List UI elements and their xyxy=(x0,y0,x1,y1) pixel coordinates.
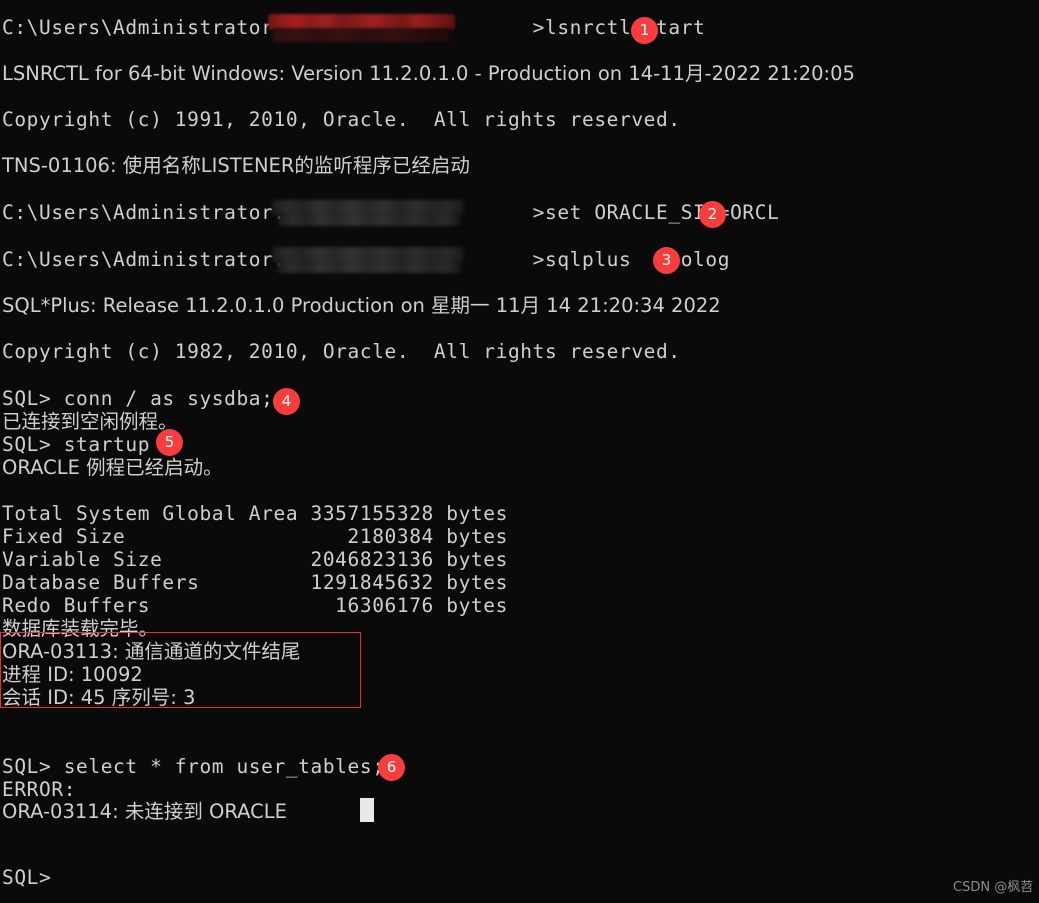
redaction-bar-hostname-3-lower xyxy=(277,260,461,273)
redaction-bar-hostname-1-lower xyxy=(272,28,452,42)
command-startup: SQL> startup xyxy=(2,433,151,456)
lsnrctl-version-line: LSNRCTL for 64-bit Windows: Version 11.2… xyxy=(2,62,855,85)
copyright-line-1: Copyright (c) 1991, 2010, Oracle. All ri… xyxy=(2,108,681,131)
sga-row-redo-buffers: Redo Buffers 16306176 bytes xyxy=(2,594,508,617)
sga-row-fixed-size: Fixed Size 2180384 bytes xyxy=(2,525,508,548)
copyright-line-2: Copyright (c) 1982, 2010, Oracle. All ri… xyxy=(2,340,681,363)
terminal-window: C:\Users\Administrator.xxxxxxxxxxxxxxxxx… xyxy=(0,0,1039,903)
sga-row-total-system-global-area: Total System Global Area 3357155328 byte… xyxy=(2,502,508,525)
connected-idle-instance-line: 已连接到空闲例程。 xyxy=(2,410,178,433)
annotation-badge-3: 3 xyxy=(653,247,680,274)
command-conn-sysdba: SQL> conn / as sysdba; xyxy=(2,387,274,410)
redaction-bar-hostname-2-lower xyxy=(278,213,460,226)
annotation-badge-2: 2 xyxy=(699,201,726,228)
command-set-oracle-sid: >set ORACLE_SID=ORCL xyxy=(532,201,780,224)
annotation-badge-4: 4 xyxy=(273,388,300,415)
sqlplus-release-line: SQL*Plus: Release 11.2.0.1.0 Production … xyxy=(2,294,721,317)
sql-prompt-final: SQL> xyxy=(2,866,52,889)
command-select-user-tables: SQL> select * from user_tables; xyxy=(2,755,385,778)
tns-01106-line: TNS-01106: 使用名称LISTENER的监听程序已经启动 xyxy=(2,154,470,177)
annotation-badge-5: 5 xyxy=(156,429,183,456)
ora-03114-line: ORA-03114: 未连接到 ORACLE xyxy=(2,800,287,823)
watermark-text: CSDN @枫苕 xyxy=(953,880,1034,895)
sga-row-database-buffers: Database Buffers 1291845632 bytes xyxy=(2,571,508,594)
prompt-path-2: C:\Users\Administrator. xyxy=(2,201,286,224)
command-sqlplus-nolog: >sqlplus /nolog xyxy=(532,248,731,271)
ora-03113-highlight-box xyxy=(0,632,361,708)
annotation-badge-1: 1 xyxy=(631,17,658,44)
instance-started-line: ORACLE 例程已经启动。 xyxy=(2,456,223,479)
prompt-path-3: C:\Users\Administrator. xyxy=(2,248,286,271)
annotation-badge-6: 6 xyxy=(378,754,405,781)
terminal-cursor xyxy=(360,798,374,822)
prompt-path-1: C:\Users\Administrator. xyxy=(2,16,286,39)
error-label-line: ERROR: xyxy=(2,778,77,801)
command-lsnrctl-start: >lsnrctl start xyxy=(532,16,706,39)
sga-row-variable-size: Variable Size 2046823136 bytes xyxy=(2,548,508,571)
